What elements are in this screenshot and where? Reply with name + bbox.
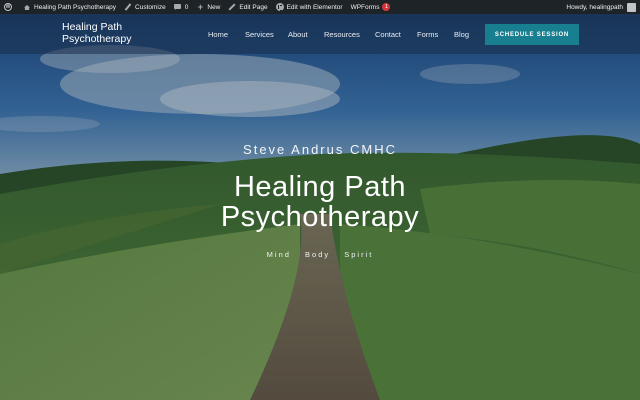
- customize-link[interactable]: Customize: [120, 0, 170, 14]
- nav-contact[interactable]: Contact: [375, 30, 401, 39]
- nav-about[interactable]: About: [288, 30, 308, 39]
- brush-icon: [124, 3, 132, 11]
- tagline-spirit: Spirit: [344, 250, 374, 259]
- hero-subtitle: Steve Andrus CMHC: [243, 142, 397, 157]
- wpforms-menu[interactable]: WPForms 1: [347, 0, 395, 14]
- site-logo[interactable]: Healing Path Psychotherapy: [62, 21, 131, 45]
- comments-count: 0: [184, 3, 189, 11]
- nav-resources[interactable]: Resources: [324, 30, 360, 39]
- site-header: Healing Path Psychotherapy Home Services…: [0, 14, 640, 54]
- edit-page-label: Edit Page: [239, 3, 268, 11]
- logo-line-2: Psychotherapy: [62, 33, 132, 45]
- home-icon: [23, 3, 31, 11]
- pencil-icon: [228, 3, 236, 11]
- plus-icon: +: [197, 2, 203, 12]
- tagline-body: Body: [305, 250, 331, 259]
- site-name-menu[interactable]: Healing Path Psychotherapy: [19, 0, 120, 14]
- nav-services[interactable]: Services: [245, 30, 274, 39]
- comment-icon: [173, 3, 182, 11]
- new-content-menu[interactable]: + New: [192, 0, 224, 14]
- hero-title-line-2: Psychotherapy: [220, 201, 420, 233]
- elementor-label: Edit with Elementor: [286, 3, 343, 11]
- hero-title: Healing Path Psychotherapy: [0, 172, 640, 232]
- notification-badge: 1: [382, 3, 391, 11]
- logo-line-1: Healing Path: [62, 21, 123, 33]
- schedule-session-button[interactable]: SCHEDULE SESSION: [485, 24, 579, 45]
- edit-with-elementor-link[interactable]: Edit with Elementor: [272, 0, 347, 14]
- customize-label: Customize: [135, 3, 166, 11]
- tagline-mind: Mind: [266, 250, 291, 259]
- greeting-label: Howdy, healingpath: [566, 3, 623, 11]
- wp-logo-menu[interactable]: W: [0, 0, 19, 14]
- hero-tagline: Mind Body Spirit: [0, 250, 640, 259]
- site-name-label: Healing Path Psychotherapy: [34, 3, 117, 11]
- edit-page-link[interactable]: Edit Page: [224, 0, 271, 14]
- elementor-icon: [275, 3, 284, 11]
- nav-home[interactable]: Home: [208, 30, 228, 39]
- new-label: New: [207, 3, 221, 11]
- comments-link[interactable]: 0: [170, 0, 193, 14]
- account-menu[interactable]: Howdy, healingpath: [562, 0, 640, 14]
- wp-admin-bar: W Healing Path Psychotherapy Customize 0…: [0, 0, 640, 14]
- wordpress-icon: W: [4, 3, 12, 11]
- nav-forms[interactable]: Forms: [417, 30, 438, 39]
- avatar: [627, 2, 636, 12]
- hero-title-line-1: Healing Path: [233, 171, 407, 203]
- wpforms-label: WPForms: [350, 3, 380, 11]
- nav-blog[interactable]: Blog: [454, 30, 469, 39]
